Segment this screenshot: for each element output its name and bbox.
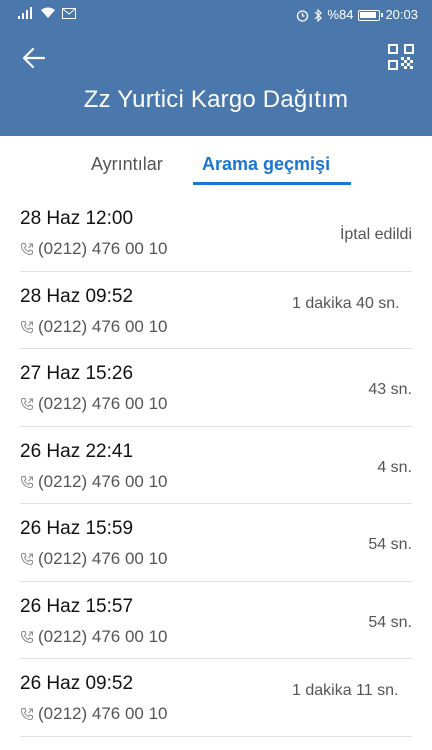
arrow-left-icon (22, 47, 46, 69)
app-header: %84 20:03 Zz Yurtici Kargo Dağıtım (0, 0, 432, 136)
call-number-line: (0212) 476 00 10 (20, 549, 168, 569)
status-bar: %84 20:03 (0, 0, 432, 30)
status-time: 20:03 (385, 7, 418, 22)
status-left (18, 7, 76, 19)
call-phone-number: (0212) 476 00 10 (38, 239, 168, 258)
call-date-time: 27 Haz 15:26 (20, 363, 134, 384)
call-phone-number: (0212) 476 00 10 (38, 394, 168, 413)
message-icon (62, 7, 76, 19)
call-phone-number: (0212) 476 00 10 (38, 626, 168, 646)
call-history-row[interactable]: 26 Haz 09:52 (0212) 476 00 10 1 dakika 11 … (0, 659, 432, 737)
status-right: %84 20:03 (296, 7, 418, 23)
call-duration: 1 dakika 11 sn. (292, 682, 399, 699)
call-phone-number: (0212) 476 00 10 (38, 704, 168, 723)
call-duration: 4 sn. (377, 458, 412, 476)
call-history-list: 28 Haz 12:00 (0212) 476 00 10 İptal edildi… (0, 194, 432, 737)
call-history-row[interactable]: 28 Haz 09:52 (0212) 476 00 10 1 dakika 40 … (0, 272, 432, 349)
call-history-row[interactable]: 27 Haz 15:26 (0212) 476 00 10 43 sn. (0, 349, 432, 427)
call-number-line: (0212) 476 00 10 (20, 627, 168, 647)
call-date-time: 28 Haz 12:00 (20, 208, 134, 229)
phone-outgoing-icon (20, 553, 33, 566)
phone-outgoing-icon (20, 630, 33, 643)
qr-code-icon (388, 44, 414, 70)
call-date-time: 26 Haz 22:41 (20, 440, 134, 462)
alarm-icon (297, 9, 309, 22)
call-date-time: 26 Haz 15:57 (20, 595, 134, 617)
tab-bar: Ayrıntılar Arama geçmişi (0, 136, 432, 192)
call-number-line: (0212) 476 00 10 (20, 317, 168, 337)
call-phone-number: (0212) 476 00 10 (38, 549, 168, 568)
call-date-time: 26 Haz 15:59 (20, 518, 134, 539)
call-duration: İptal edildi (339, 226, 412, 243)
call-date-time: 28 Haz 09:52 (20, 285, 134, 307)
tab-details[interactable]: Ayrıntılar (91, 154, 163, 175)
contact-name-title: Zz Yurtici Kargo Dağıtım (83, 86, 349, 113)
battery-fill (360, 11, 376, 18)
row-divider (20, 735, 412, 737)
phone-outgoing-icon (20, 243, 33, 256)
call-number-line: (0212) 476 00 10 (20, 394, 168, 414)
call-number-line: (0212) 476 00 10 (20, 704, 168, 724)
call-number-line: (0212) 476 00 10 (20, 239, 168, 259)
call-duration: 54 sn. (368, 613, 412, 631)
active-tab-indicator (193, 182, 351, 185)
call-duration: 43 sn. (368, 381, 412, 398)
call-history-row[interactable]: 26 Haz 15:59 (0212) 476 00 10 54 sn. (0, 504, 432, 582)
call-history-row[interactable]: 28 Haz 12:00 (0212) 476 00 10 İptal edildi (0, 194, 432, 272)
battery-percent: %84 (327, 7, 354, 22)
wifi-icon (41, 7, 55, 18)
qr-code-button[interactable] (388, 44, 414, 70)
call-duration: 54 sn. (368, 536, 412, 553)
battery-icon (358, 9, 384, 21)
bluetooth-icon (314, 8, 323, 22)
call-phone-number: (0212) 476 00 10 (38, 316, 168, 336)
call-duration: 1 dakika 40 sn. (292, 294, 400, 312)
tab-call-history[interactable]: Arama geçmişi (202, 154, 330, 175)
phone-outgoing-icon (20, 398, 33, 411)
call-number-line: (0212) 476 00 10 (20, 472, 168, 492)
phone-outgoing-icon (20, 320, 33, 333)
back-button[interactable] (18, 42, 50, 74)
call-history-row[interactable]: 26 Haz 22:41 (0212) 476 00 10 4 sn. (0, 427, 432, 504)
cell-signal-icon (18, 7, 32, 19)
call-phone-number: (0212) 476 00 10 (38, 471, 168, 491)
call-history-row[interactable]: 26 Haz 15:57 (0212) 476 00 10 54 sn. (0, 582, 432, 659)
phone-outgoing-icon (20, 475, 33, 488)
phone-outgoing-icon (20, 708, 33, 721)
call-date-time: 26 Haz 09:52 (20, 673, 134, 694)
